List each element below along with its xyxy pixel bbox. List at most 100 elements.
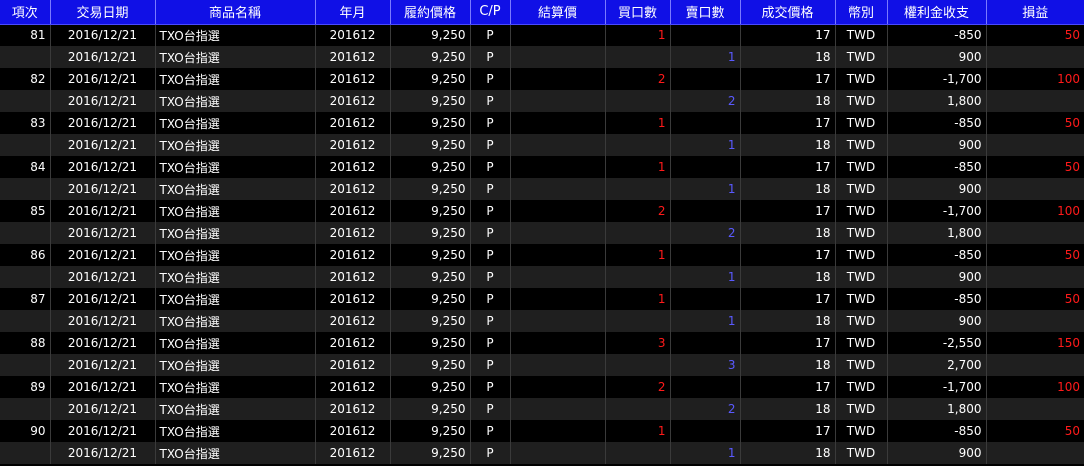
cell-currency: TWD [835,288,888,310]
table-row[interactable]: 2016/12/21 TXO台指選 201612 9,250 P 2 18 TWD 1,800 [0,398,1084,420]
table-row[interactable]: 2016/12/21 TXO台指選 201612 9,250 P 1 18 TWD 900 [0,46,1084,68]
cell-currency: TWD [835,332,888,354]
cell-price: 17 [740,332,836,354]
cell-year-month: 201612 [315,244,391,266]
cell-buy [605,178,671,200]
cell-strike: 9,250 [390,354,471,376]
table-row[interactable]: 85 2016/12/21 TXO台指選 201612 9,250 P 2 17 TWD -1,7… [0,200,1084,222]
cell-currency: TWD [835,46,888,68]
cell-premium: -850 [887,288,987,310]
cell-price: 17 [740,244,836,266]
cell-price: 18 [740,398,836,420]
table-row[interactable]: 90 2016/12/21 TXO台指選 201612 9,250 P 1 17 TWD -850… [0,420,1084,442]
col-header-premium[interactable]: 權利金收支 [887,0,987,25]
cell-buy: 2 [605,68,671,90]
col-header-price[interactable]: 成交價格 [740,0,836,25]
cell-cp: P [470,24,511,46]
cell-currency: TWD [835,398,888,420]
cell-buy: 1 [605,112,671,134]
col-header-settle[interactable]: 結算價 [510,0,606,25]
cell-settle [510,420,606,442]
col-header-currency[interactable]: 幣別 [835,0,888,25]
table-row[interactable]: 84 2016/12/21 TXO台指選 201612 9,250 P 1 17 TWD -850… [0,156,1084,178]
cell-price: 17 [740,112,836,134]
cell-sell: 2 [670,222,741,244]
table-row[interactable]: 2016/12/21 TXO台指選 201612 9,250 P 2 18 TWD 1,800 [0,90,1084,112]
table-row[interactable]: 2016/12/21 TXO台指選 201612 9,250 P 1 18 TWD 900 [0,266,1084,288]
cell-cp: P [470,354,511,376]
cell-pnl [986,310,1084,332]
col-header-item[interactable]: 項次 [0,0,51,25]
cell-year-month: 201612 [315,376,391,398]
col-header-date[interactable]: 交易日期 [50,0,156,25]
cell-product: TXO台指選 [155,288,316,310]
cell-year-month: 201612 [315,156,391,178]
cell-cp: P [470,266,511,288]
table-row[interactable]: 2016/12/21 TXO台指選 201612 9,250 P 3 18 TWD 2,700 [0,354,1084,376]
cell-strike: 9,250 [390,156,471,178]
col-header-cp[interactable]: C/P [470,0,511,25]
cell-buy: 1 [605,288,671,310]
cell-item [0,266,51,288]
table-row[interactable]: 2016/12/21 TXO台指選 201612 9,250 P 1 18 TWD 900 [0,442,1084,464]
cell-sell: 1 [670,310,741,332]
cell-premium: 900 [887,46,987,68]
col-header-year-month[interactable]: 年月 [315,0,391,25]
cell-price: 18 [740,178,836,200]
cell-settle [510,398,606,420]
col-header-sell[interactable]: 賣口數 [670,0,741,25]
cell-product: TXO台指選 [155,112,316,134]
col-header-pnl[interactable]: 損益 [986,0,1084,25]
cell-currency: TWD [835,310,888,332]
cell-item: 88 [0,332,51,354]
table-row[interactable]: 2016/12/21 TXO台指選 201612 9,250 P 2 18 TWD 1,800 [0,222,1084,244]
table-row[interactable]: 89 2016/12/21 TXO台指選 201612 9,250 P 2 17 TWD -1,7… [0,376,1084,398]
cell-buy [605,266,671,288]
col-header-strike[interactable]: 履約價格 [390,0,471,25]
cell-buy [605,354,671,376]
cell-sell: 3 [670,354,741,376]
cell-date: 2016/12/21 [50,288,156,310]
cell-pnl [986,178,1084,200]
cell-product: TXO台指選 [155,222,316,244]
table-row[interactable]: 88 2016/12/21 TXO台指選 201612 9,250 P 3 17 TWD -2,5… [0,332,1084,354]
table-row[interactable]: 83 2016/12/21 TXO台指選 201612 9,250 P 1 17 TWD -850… [0,112,1084,134]
table-row[interactable]: 82 2016/12/21 TXO台指選 201612 9,250 P 2 17 TWD -1,7… [0,68,1084,90]
cell-sell: 2 [670,398,741,420]
cell-product: TXO台指選 [155,420,316,442]
cell-year-month: 201612 [315,68,391,90]
table-row[interactable]: 2016/12/21 TXO台指選 201612 9,250 P 1 18 TWD 900 [0,310,1084,332]
table-row[interactable]: 2016/12/21 TXO台指選 201612 9,250 P 1 18 TWD 900 [0,134,1084,156]
cell-date: 2016/12/21 [50,442,156,464]
table-row[interactable]: 87 2016/12/21 TXO台指選 201612 9,250 P 1 17 TWD -850… [0,288,1084,310]
cell-date: 2016/12/21 [50,266,156,288]
cell-pnl [986,46,1084,68]
table-row[interactable]: 2016/12/21 TXO台指選 201612 9,250 P 1 18 TWD 900 [0,178,1084,200]
col-header-buy[interactable]: 買口數 [605,0,671,25]
cell-cp: P [470,178,511,200]
cell-premium: 900 [887,134,987,156]
cell-year-month: 201612 [315,442,391,464]
cell-settle [510,156,606,178]
cell-date: 2016/12/21 [50,156,156,178]
table-row[interactable]: 81 2016/12/21 TXO台指選 201612 9,250 P 1 17 TWD -850… [0,24,1084,46]
cell-settle [510,222,606,244]
cell-settle [510,244,606,266]
cell-settle [510,288,606,310]
cell-product: TXO台指選 [155,46,316,68]
cell-sell: 1 [670,134,741,156]
cell-year-month: 201612 [315,24,391,46]
cell-settle [510,442,606,464]
cell-item: 87 [0,288,51,310]
cell-item [0,442,51,464]
cell-premium: -2,550 [887,332,987,354]
cell-cp: P [470,200,511,222]
cell-item: 86 [0,244,51,266]
cell-sell: 1 [670,178,741,200]
cell-cp: P [470,310,511,332]
cell-year-month: 201612 [315,90,391,112]
cell-buy: 1 [605,420,671,442]
table-row[interactable]: 86 2016/12/21 TXO台指選 201612 9,250 P 1 17 TWD -850… [0,244,1084,266]
col-header-product[interactable]: 商品名稱 [155,0,316,25]
cell-product: TXO台指選 [155,200,316,222]
